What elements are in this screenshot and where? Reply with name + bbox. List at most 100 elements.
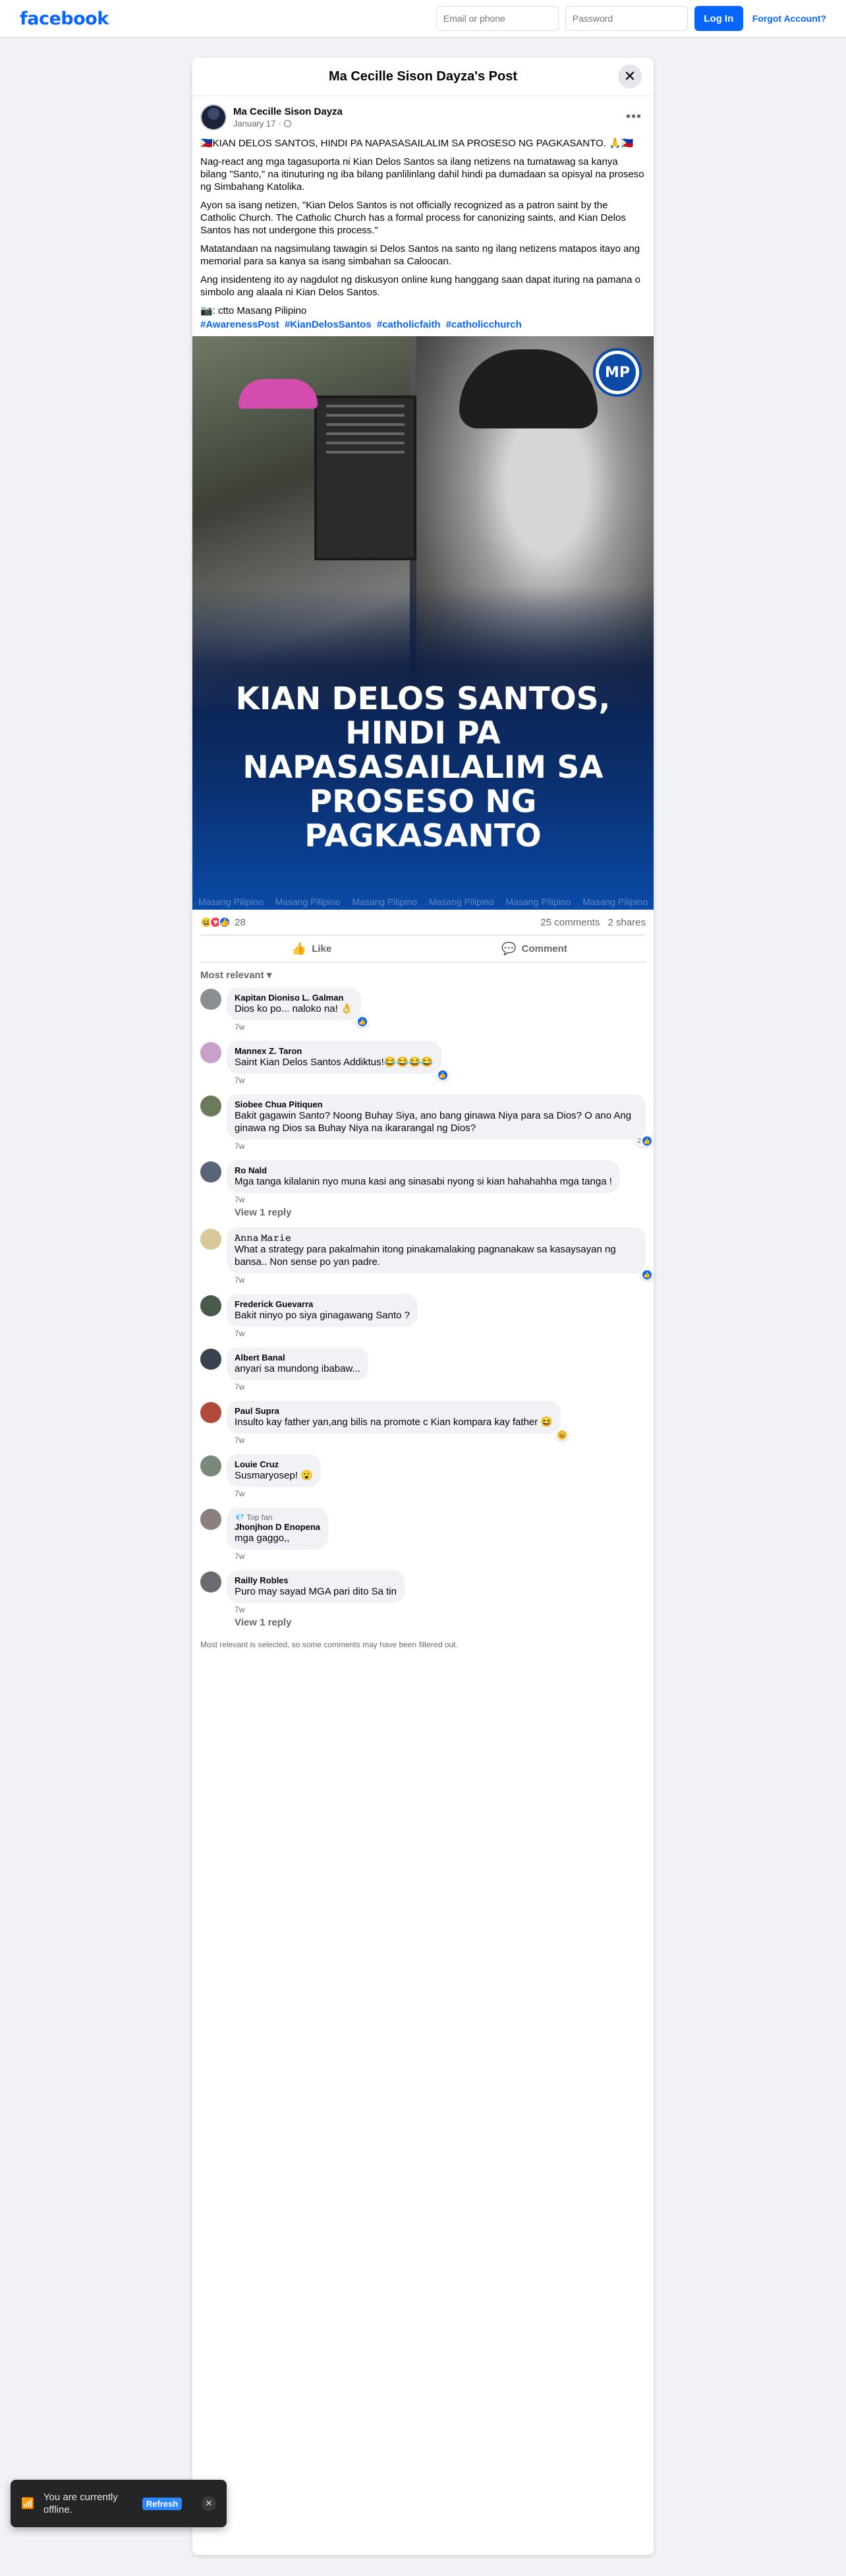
commenter-avatar[interactable] — [200, 1161, 221, 1183]
reaction-icons[interactable]: 😆 ♥ 👍 — [200, 916, 231, 928]
comment-time[interactable]: 7w — [227, 1603, 405, 1614]
commenter-name[interactable]: Mannex Z. Taron — [235, 1046, 434, 1056]
close-icon[interactable]: ✕ — [202, 2496, 216, 2511]
top-navigation-bar: facebook Log In Forgot Account? — [0, 0, 846, 37]
facebook-logo[interactable]: facebook — [20, 9, 109, 29]
comment-item: Louie Cruz Susmaryosep! 😮 7w — [200, 1454, 646, 1498]
author-avatar[interactable] — [200, 104, 227, 131]
comment-content: 💎 Top fan Jhonjhon D Enopena mga gaggo,, 7w — [227, 1508, 328, 1561]
comment-content: Paul Supra Insulto kay father yan,ang bil… — [227, 1401, 569, 1445]
password-input[interactable] — [565, 6, 688, 31]
commenter-name[interactable]: Jhonjhon D Enopena — [235, 1522, 320, 1532]
comment-reaction[interactable]: 😆 — [555, 1430, 569, 1440]
author-name[interactable]: Ma Cecille Sison Dayza — [233, 106, 343, 117]
offline-message: You are currently offline. — [43, 2492, 118, 2515]
bishop-cap — [239, 379, 318, 409]
commenter-avatar[interactable] — [200, 1295, 221, 1316]
hashtag-link[interactable]: #AwarenessPost — [200, 319, 279, 330]
comment-content: 𝙰𝚗𝚗𝚊 𝙼𝚊𝚛𝚒𝚎 What a strategy para pakalmahi… — [227, 1227, 654, 1285]
comment-time[interactable]: 7w — [227, 1074, 441, 1085]
post-paragraph: Ayon sa isang netizen, "Kian Delos Santo… — [200, 200, 626, 236]
more-options-icon[interactable]: ••• — [626, 109, 642, 125]
comment-text: Susmaryosep! 😮 — [235, 1470, 313, 1481]
commenter-avatar[interactable] — [200, 1349, 221, 1370]
commenter-avatar[interactable] — [200, 1042, 221, 1063]
comment-bubble: Ro Nald Mga tanga kilalanin nyo muna kasi… — [227, 1160, 620, 1193]
commenter-avatar[interactable] — [200, 1571, 221, 1593]
comment-text: anyari sa mundong ibabaw... — [235, 1363, 360, 1374]
comment-time[interactable]: 7w — [227, 1020, 361, 1032]
comment-time[interactable]: 7w — [227, 1487, 321, 1498]
comment-content: Louie Cruz Susmaryosep! 😮 7w — [227, 1454, 321, 1498]
commenter-name[interactable]: Louie Cruz — [235, 1459, 313, 1469]
hashtag-link[interactable]: #catholicchurch — [446, 319, 522, 330]
forgot-account-link[interactable]: Forgot Account? — [752, 13, 826, 24]
commenter-name[interactable]: Paul Supra — [235, 1406, 553, 1416]
comment-button[interactable]: 💬 Comment — [423, 935, 646, 962]
wifi-off-icon: 📶 — [21, 2498, 34, 2509]
email-input[interactable] — [436, 6, 559, 31]
filter-footnote: Most relevant is selected, so some comme… — [200, 1640, 458, 1649]
comment-content: Siobee Chua Pitiquen Bakit gagawin Santo?… — [227, 1094, 654, 1151]
post-date[interactable]: January 17 — [233, 119, 275, 129]
refresh-button[interactable]: Refresh — [142, 2497, 183, 2510]
post-author-row: Ma Cecille Sison Dayza January 17 · ••• — [192, 96, 654, 131]
commenter-name[interactable]: Frederick Guevarra — [235, 1299, 410, 1309]
comment-time[interactable]: 7w — [227, 1273, 646, 1285]
comment-item: Siobee Chua Pitiquen Bakit gagawin Santo?… — [200, 1094, 654, 1151]
commenter-avatar[interactable] — [200, 1096, 221, 1117]
commenter-name[interactable]: Albert Banal — [235, 1353, 360, 1362]
close-icon[interactable]: ✕ — [618, 65, 642, 88]
commenter-avatar[interactable] — [200, 1229, 221, 1250]
comment-content: Kapitan Dioniso L. Galman Dios ko po... n… — [227, 987, 369, 1032]
comment-reaction[interactable]: 👍 — [640, 1270, 654, 1280]
commenter-name[interactable]: Railly Robles — [235, 1575, 397, 1585]
like-button[interactable]: 👍 Like — [200, 935, 423, 962]
commenter-name[interactable]: Kapitan Dioniso L. Galman — [235, 993, 353, 1003]
commenter-name[interactable]: Ro Nald — [235, 1165, 612, 1175]
comment-reaction[interactable]: 2 👍 — [634, 1136, 654, 1146]
commenter-avatar[interactable] — [200, 989, 221, 1010]
commenter-name[interactable]: Siobee Chua Pitiquen — [235, 1099, 638, 1109]
share-count[interactable]: 2 shares — [607, 917, 646, 928]
comment-text: Dios ko po... naloko na! 👌 — [235, 1003, 353, 1014]
view-reply-link[interactable]: View 1 reply — [235, 1207, 646, 1218]
login-button[interactable]: Log In — [694, 6, 743, 31]
comment-item: Paul Supra Insulto kay father yan,ang bil… — [200, 1401, 646, 1445]
post-stats: 😆 ♥ 👍 28 25 comments 2 shares — [192, 910, 654, 935]
masang-pilipino-logo: MP — [593, 348, 642, 397]
comment-reaction[interactable]: 👍 — [436, 1070, 449, 1080]
reaction-count[interactable]: 28 — [235, 917, 246, 928]
hashtag-link[interactable]: #catholicfaith — [377, 319, 441, 330]
comment-reaction-count: 2 — [636, 1137, 641, 1145]
commenter-avatar[interactable] — [200, 1455, 221, 1477]
commenter-avatar[interactable] — [200, 1402, 221, 1423]
hashtag-link[interactable]: #KianDelosSantos — [285, 319, 372, 330]
comment-time[interactable]: 7w — [227, 1327, 418, 1338]
comment-bubble: Siobee Chua Pitiquen Bakit gagawin Santo?… — [227, 1094, 654, 1146]
comment-content: Ro Nald Mga tanga kilalanin nyo muna kasi… — [227, 1160, 620, 1204]
commenter-avatar[interactable] — [200, 1509, 221, 1530]
comment-text: Mga tanga kilalanin nyo muna kasi ang si… — [235, 1176, 612, 1187]
post-paragraph: Nag-react ang mga tagasuporta ni Kian De… — [200, 156, 644, 192]
photo-credit: 📷: ctto Masang Pilipino — [200, 305, 307, 316]
comment-time[interactable]: 7w — [227, 1193, 620, 1204]
view-reply-link[interactable]: View 1 reply — [235, 1617, 646, 1628]
commenter-name[interactable]: 𝙰𝚗𝚗𝚊 𝙼𝚊𝚛𝚒𝚎 — [235, 1233, 638, 1243]
comment-list: Kapitan Dioniso L. Galman Dios ko po... n… — [192, 987, 654, 1628]
comment-time[interactable]: 7w — [227, 1140, 646, 1151]
comment-reaction[interactable]: 👍 — [355, 1016, 369, 1027]
comment-time[interactable]: 7w — [227, 1380, 368, 1391]
comment-text: Puro may sayad MGA pari dito Sa tin — [235, 1586, 397, 1597]
login-form: Log In Forgot Account? — [436, 6, 826, 31]
post-actions: 👍 Like 💬 Comment — [200, 935, 646, 962]
comment-item: Kapitan Dioniso L. Galman Dios ko po... n… — [200, 987, 646, 1032]
post-image[interactable]: MP KIAN DELOS SANTOS, HINDI PA NAPASASAI… — [192, 336, 654, 910]
comment-time[interactable]: 7w — [227, 1550, 328, 1561]
comment-content: Railly Robles Puro may sayad MGA pari dit… — [227, 1570, 405, 1614]
comment-item: Railly Robles Puro may sayad MGA pari dit… — [200, 1570, 646, 1614]
comment-sort-dropdown[interactable]: Most relevant ▾ — [192, 962, 654, 985]
comment-text: Bakit ninyo po siya ginagawang Santo ? — [235, 1310, 410, 1321]
comment-count[interactable]: 25 comments — [540, 917, 600, 928]
comment-time[interactable]: 7w — [227, 1434, 561, 1445]
